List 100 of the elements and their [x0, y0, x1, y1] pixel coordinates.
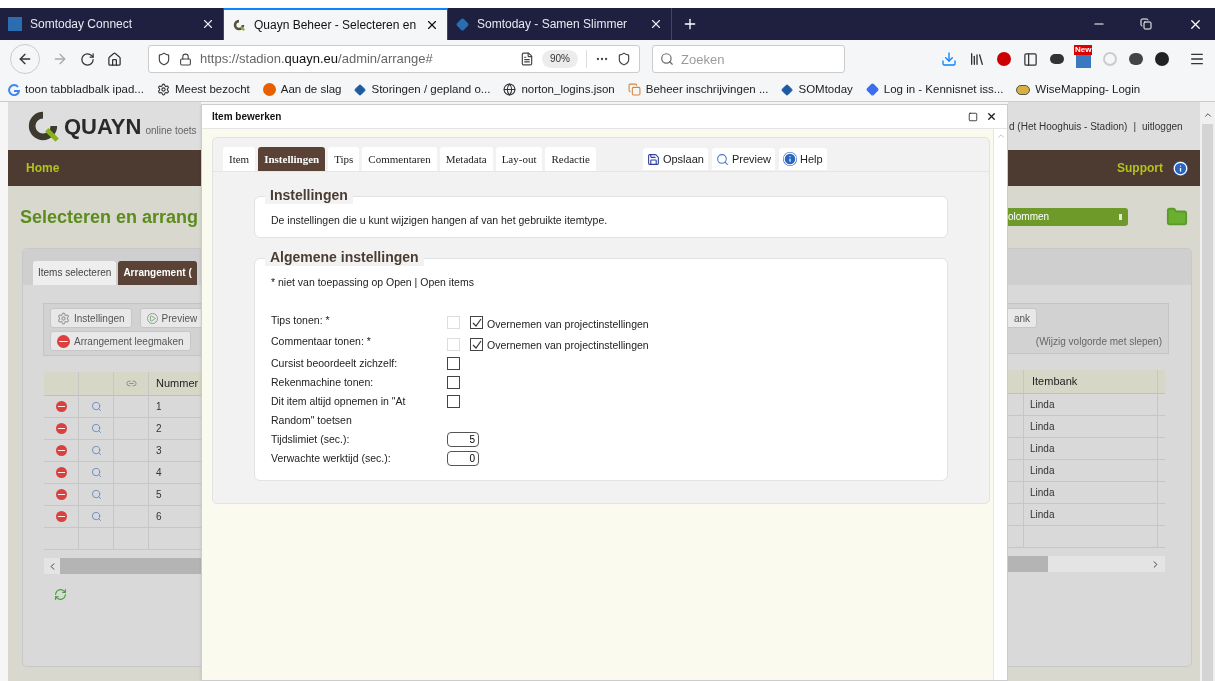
restore-icon[interactable] — [1140, 18, 1152, 30]
close-icon[interactable] — [986, 111, 997, 122]
tab-title: Quayn Beheer - Selecteren en — [254, 17, 417, 34]
dialog-title: Item bewerken — [212, 110, 283, 124]
info-icon[interactable] — [1173, 160, 1188, 176]
dialog-tab[interactable]: Commentaren — [362, 147, 437, 171]
link-icon — [125, 378, 137, 389]
menu-icon[interactable] — [1189, 51, 1205, 67]
table-cell-text: 1 — [155, 400, 162, 414]
setting-label: Rekenmachine tonen: — [271, 375, 375, 390]
sidebar-icon[interactable] — [1023, 51, 1038, 67]
table-cell-text: 2 — [155, 422, 162, 436]
dialog-tab[interactable]: Instellingen — [258, 147, 326, 171]
remove-icon[interactable] — [55, 467, 67, 478]
remove-icon[interactable] — [55, 423, 67, 434]
page-scrollbar[interactable] — [1200, 102, 1215, 681]
browser-tab[interactable]: Quayn Beheer - Selecteren en — [224, 8, 448, 40]
bookmark-link[interactable]: Storingen / gepland o... — [354, 80, 491, 99]
dialog-tab[interactable]: Metadata — [439, 147, 493, 171]
new-tab-icon[interactable] — [682, 16, 698, 32]
page-tab[interactable]: Arrangement ( — [118, 261, 197, 285]
save-icon — [646, 152, 660, 166]
bookmark-link[interactable]: Meest bezocht — [156, 80, 250, 99]
remove-icon[interactable] — [55, 445, 67, 456]
search-field[interactable]: Zoeken — [652, 45, 845, 73]
new-badge: New — [1074, 44, 1093, 55]
hint-text: (Wijzig volgorde met slepen) — [1035, 335, 1163, 349]
checkbox[interactable] — [447, 357, 460, 370]
bookmark-link[interactable]: norton_logins.json — [503, 80, 615, 99]
magnifier-icon — [715, 152, 729, 166]
toolbar-button[interactable]: Instellingen — [50, 308, 132, 328]
lock-icon[interactable] — [179, 52, 192, 66]
diamond-icon — [354, 83, 367, 96]
bookmark-link[interactable]: Log in - Kennisnet iss... — [865, 80, 1004, 99]
google-icon — [8, 83, 20, 96]
logo-icon — [232, 18, 246, 32]
address-bar[interactable]: https://stadion.quayn.eu/admin/arrange# 90% — [148, 45, 640, 73]
logo-tagline: online toets — [145, 123, 197, 138]
close-icon[interactable] — [649, 17, 663, 31]
shield-icon[interactable] — [157, 52, 171, 66]
dialog-tab[interactable]: Tips — [328, 147, 360, 171]
number-field[interactable]: 0 — [447, 451, 479, 466]
bookmark-link[interactable]: Aan de slag — [262, 80, 342, 99]
dialog-tab[interactable]: Item — [223, 147, 256, 171]
library-icon[interactable] — [969, 51, 985, 67]
reload-icon[interactable] — [80, 51, 95, 67]
setting-label: Tijdslimiet (sec.): — [271, 432, 351, 447]
horizontal-scrollbar[interactable] — [1008, 556, 1165, 572]
action-button[interactable]: Help — [779, 148, 827, 170]
section-text: * niet van toepassing op Open | Open items — [271, 274, 475, 290]
home-icon[interactable] — [107, 51, 122, 67]
checkbox[interactable] — [447, 376, 460, 389]
info-icon — [783, 152, 798, 166]
download-icon[interactable] — [941, 51, 957, 67]
site-icon — [8, 17, 22, 31]
extension-icon[interactable] — [1129, 53, 1143, 65]
close-icon[interactable] — [425, 18, 439, 32]
action-button[interactable]: Opslaan — [642, 148, 708, 170]
bookmark-link[interactable]: SOMtoday — [781, 80, 853, 99]
action-button[interactable]: Preview — [711, 148, 776, 170]
maximize-icon[interactable] — [968, 111, 978, 122]
column-header: Nummer — [155, 376, 199, 392]
close-icon[interactable] — [201, 17, 215, 31]
home-link[interactable]: Home — [26, 159, 60, 177]
reader-icon[interactable] — [520, 52, 534, 66]
table-cell-text: 4 — [155, 466, 162, 480]
bookmark-link[interactable]: WiseMapping- Login — [1016, 80, 1141, 99]
gear-icon — [57, 311, 70, 325]
table-cell-text: 6 — [155, 510, 162, 524]
remove-icon[interactable] — [55, 511, 67, 522]
dialog-tab[interactable]: Lay-out — [495, 147, 543, 171]
zoom-level[interactable]: 90% — [542, 50, 578, 68]
toolbar-button[interactable]: Arrangement leegmaken — [50, 331, 191, 351]
remove-icon[interactable] — [55, 401, 67, 412]
table-cell-text: Linda — [1029, 508, 1056, 522]
number-field[interactable]: 5 — [447, 432, 479, 447]
search-icon — [660, 52, 674, 66]
logout-link[interactable]: uitloggen — [1142, 118, 1183, 134]
pages-icon — [627, 83, 641, 96]
remove-icon[interactable] — [55, 489, 67, 500]
diamond-icon — [781, 83, 794, 96]
page-tab[interactable]: Items selecteren — [33, 261, 117, 285]
dialog-tab[interactable]: Redactie — [545, 147, 596, 171]
extension-icon[interactable] — [1050, 54, 1064, 64]
vertical-scrollbar[interactable] — [993, 129, 1007, 680]
diamond-icon — [865, 83, 879, 96]
table-cell-text: Linda — [1029, 486, 1056, 500]
setting-label: Commentaar tonen: * — [271, 334, 372, 350]
section-title: Instellingen — [265, 186, 353, 204]
logo-text: QUAYN — [64, 112, 142, 141]
horizontal-scrollbar[interactable] — [44, 558, 201, 574]
bookmark-link[interactable]: Beheer inschrijvingen ... — [627, 80, 769, 99]
support-link[interactable]: Support — [1117, 159, 1163, 177]
toolbar-button[interactable]: ank — [1008, 308, 1038, 328]
extension-icon[interactable] — [1155, 52, 1169, 66]
scroll-up-icon[interactable] — [1202, 110, 1213, 120]
checkbox[interactable] — [447, 395, 460, 408]
bookmark-link[interactable]: toon tabbladbalk ipad... — [8, 80, 144, 99]
toolbar-button[interactable]: Preview — [139, 308, 201, 328]
separator: | — [1133, 119, 1136, 134]
